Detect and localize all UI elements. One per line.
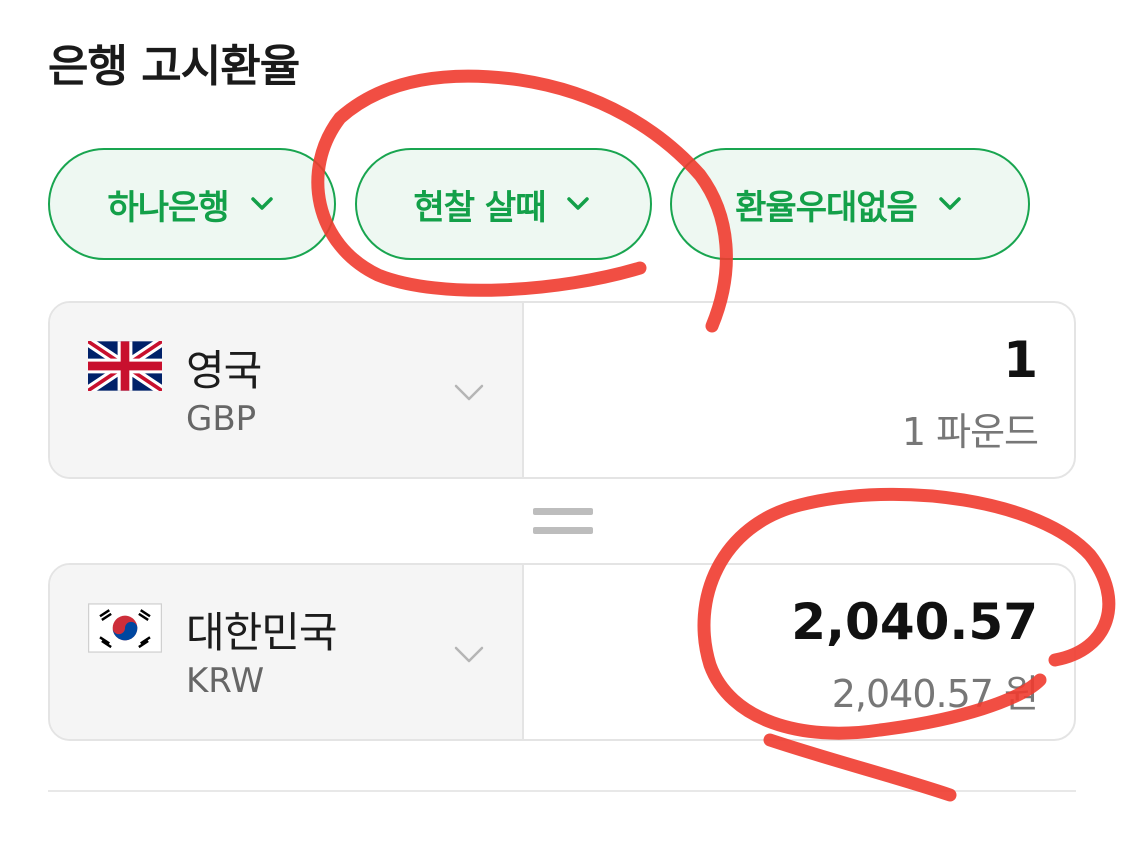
target-country-name: 대한민국 xyxy=(186,608,338,657)
source-amount-value: 1 xyxy=(1003,331,1038,389)
source-currency-row: 영국 GBP 1 1 파운드 xyxy=(48,301,1076,479)
target-currency-code: KRW xyxy=(186,661,265,701)
chevron-down-icon xyxy=(454,646,484,663)
target-currency-selector[interactable]: 대한민국 KRW xyxy=(50,565,524,739)
source-currency-selector[interactable]: 영국 GBP xyxy=(50,303,524,477)
page-title: 은행 고시환율 xyxy=(48,41,300,92)
uk-flag-icon xyxy=(88,341,162,391)
target-currency-row: 대한민국 KRW 2,040.57 2,040.57 원 xyxy=(48,563,1076,741)
target-amount-value: 2,040.57 xyxy=(791,593,1038,651)
equals-icon xyxy=(533,508,593,534)
source-amount-text: 1 파운드 xyxy=(901,410,1039,454)
transaction-type-label: 현찰 살때 xyxy=(413,187,547,228)
chevron-down-icon xyxy=(454,384,484,401)
target-amount-input[interactable]: 2,040.57 2,040.57 원 xyxy=(526,565,1074,739)
chevron-down-icon xyxy=(567,197,590,210)
chevron-down-icon xyxy=(939,197,961,210)
transaction-type-filter-chip[interactable]: 현찰 살때 xyxy=(355,148,652,260)
source-country-name: 영국 xyxy=(186,346,262,395)
source-currency-code: GBP xyxy=(186,399,257,439)
source-amount-input[interactable]: 1 1 파운드 xyxy=(526,303,1074,477)
target-amount-text: 2,040.57 원 xyxy=(831,672,1039,716)
preferential-rate-label: 환율우대없음 xyxy=(735,187,918,228)
preferential-rate-filter-chip[interactable]: 환율우대없음 xyxy=(670,148,1030,260)
bank-filter-label: 하나은행 xyxy=(107,187,229,228)
korea-flag-icon xyxy=(88,603,162,653)
bank-filter-chip[interactable]: 하나은행 xyxy=(48,148,336,260)
section-divider xyxy=(48,790,1076,792)
chevron-down-icon xyxy=(250,197,273,210)
